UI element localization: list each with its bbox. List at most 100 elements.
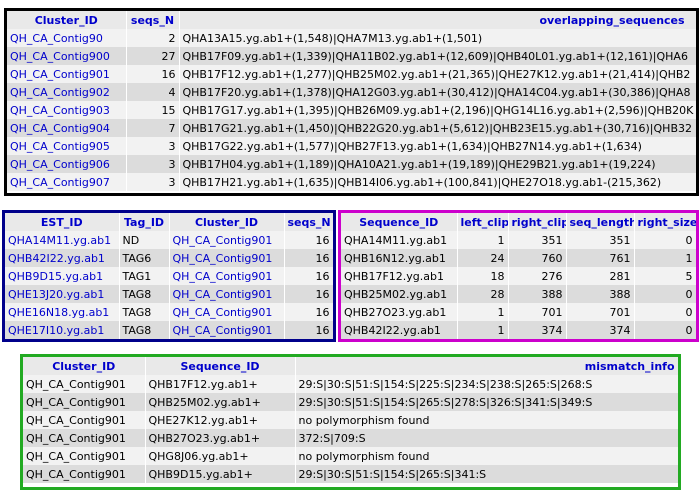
- cluster-id-link[interactable]: QH_CA_Contig90: [7, 29, 127, 47]
- col-header-mismatch-info[interactable]: mismatch_info: [295, 357, 678, 375]
- sequence-id-cell: QHB9D15.yg.ab1+: [145, 465, 296, 483]
- seqs-n-cell: 15: [126, 101, 180, 119]
- right-clip-cell: 374: [508, 321, 567, 339]
- clusters-panel: Cluster_ID seqs_N overlapping_sequences …: [4, 8, 699, 196]
- cluster-id-link[interactable]: QH_CA_Contig900: [7, 47, 127, 65]
- table-row: QH_CA_Contig905 3 QHB17G22.yg.ab1+(1,577…: [7, 137, 696, 155]
- col-header-sequence-id[interactable]: Sequence_ID: [145, 357, 296, 375]
- cluster-id-link[interactable]: QH_CA_Contig901: [169, 321, 285, 339]
- seqs-n-cell: 16: [284, 267, 333, 285]
- mismatch-info-cell: 372:S|709:S: [295, 429, 678, 447]
- mismatch-info-cell: no polymorphism found: [295, 411, 678, 429]
- tag-id-cell: TAG8: [119, 303, 170, 321]
- col-header-right-clip[interactable]: right_clip: [508, 213, 567, 231]
- est-id-link[interactable]: QHB9D15.yg.ab1: [5, 267, 120, 285]
- col-header-cluster-id[interactable]: Cluster_ID: [23, 357, 146, 375]
- mismatch-table: Cluster_ID Sequence_ID mismatch_info QH_…: [23, 357, 678, 483]
- seqs-n-cell: 16: [284, 321, 333, 339]
- cluster-id-cell: QH_CA_Contig901: [23, 393, 146, 411]
- table-row: QH_CA_Contig901 QHB25M02.yg.ab1+ 29:S|30…: [23, 393, 678, 411]
- mismatch-header-row: Cluster_ID Sequence_ID mismatch_info: [23, 357, 678, 375]
- right-size-cell: 1: [634, 249, 696, 267]
- cluster-id-link[interactable]: QH_CA_Contig907: [7, 173, 127, 191]
- right-clip-cell: 276: [508, 267, 567, 285]
- cluster-id-cell: QH_CA_Contig901: [23, 411, 146, 429]
- col-header-seqs-n[interactable]: seqs_N: [126, 11, 180, 29]
- table-row: QH_CA_Contig90 2 QHA13A15.yg.ab1+(1,548)…: [7, 29, 696, 47]
- mismatch-info-cell: 29:S|30:S|51:S|154:S|225:S|234:S|238:S|2…: [295, 375, 678, 393]
- col-header-left-clip[interactable]: left_clip: [457, 213, 509, 231]
- cluster-id-link[interactable]: QH_CA_Contig901: [169, 231, 285, 249]
- col-header-tag-id[interactable]: Tag_ID: [119, 213, 170, 231]
- right-clip-cell: 351: [508, 231, 567, 249]
- table-row: QH_CA_Contig904 7 QHB17G21.yg.ab1+(1,450…: [7, 119, 696, 137]
- sequence-id-cell: QHE27K12.yg.ab1+: [145, 411, 296, 429]
- col-header-sequence-id[interactable]: Sequence_ID: [341, 213, 458, 231]
- table-row: QHA14M11.yg.ab1 ND QH_CA_Contig901 16: [5, 231, 333, 249]
- cluster-id-link[interactable]: QH_CA_Contig901: [169, 285, 285, 303]
- seqs-n-cell: 16: [284, 249, 333, 267]
- col-header-seqs-n[interactable]: seqs_N: [284, 213, 333, 231]
- overlapping-sequences-cell: QHB17F09.yg.ab1+(1,339)|QHA11B02.yg.ab1+…: [179, 47, 696, 65]
- seq-length-cell: 374: [566, 321, 635, 339]
- table-row: QHE16N18.yg.ab1 TAG8 QH_CA_Contig901 16: [5, 303, 333, 321]
- col-header-right-size[interactable]: right_size: [634, 213, 696, 231]
- ests-panel: EST_ID Tag_ID Cluster_ID seqs_N QHA14M11…: [2, 210, 336, 342]
- sequences-panel: Sequence_ID left_clip right_clip seq_len…: [338, 210, 699, 342]
- est-id-link[interactable]: QHA14M11.yg.ab1: [5, 231, 120, 249]
- col-header-cluster-id[interactable]: Cluster_ID: [169, 213, 285, 231]
- table-row: QH_CA_Contig902 4 QHB17F20.yg.ab1+(1,378…: [7, 83, 696, 101]
- table-row: QHE13J20.yg.ab1 TAG8 QH_CA_Contig901 16: [5, 285, 333, 303]
- est-id-link[interactable]: QHE13J20.yg.ab1: [5, 285, 120, 303]
- left-clip-cell: 24: [457, 249, 509, 267]
- cluster-id-link[interactable]: QH_CA_Contig901: [7, 65, 127, 83]
- overlapping-sequences-cell: QHB17H21.yg.ab1+(1,635)|QHB14I06.yg.ab1+…: [179, 173, 696, 191]
- right-clip-cell: 701: [508, 303, 567, 321]
- tag-id-cell: TAG6: [119, 249, 170, 267]
- seqs-n-cell: 3: [126, 137, 180, 155]
- table-row: QH_CA_Contig901 16 QHB17F12.yg.ab1+(1,27…: [7, 65, 696, 83]
- overlapping-sequences-cell: QHA13A15.yg.ab1+(1,548)|QHA7M13.yg.ab1+(…: [179, 29, 696, 47]
- left-clip-cell: 18: [457, 267, 509, 285]
- seq-length-cell: 281: [566, 267, 635, 285]
- col-header-est-id[interactable]: EST_ID: [5, 213, 120, 231]
- tag-id-cell: TAG8: [119, 285, 170, 303]
- clusters-header-row: Cluster_ID seqs_N overlapping_sequences: [7, 11, 696, 29]
- seq-length-cell: 351: [566, 231, 635, 249]
- cluster-id-link[interactable]: QH_CA_Contig901: [169, 303, 285, 321]
- seq-length-cell: 388: [566, 285, 635, 303]
- left-clip-cell: 1: [457, 321, 509, 339]
- right-clip-cell: 388: [508, 285, 567, 303]
- table-row: QH_CA_Contig901 QHB17F12.yg.ab1+ 29:S|30…: [23, 375, 678, 393]
- seqs-n-cell: 2: [126, 29, 180, 47]
- table-row: QH_CA_Contig901 QHE27K12.yg.ab1+ no poly…: [23, 411, 678, 429]
- est-id-link[interactable]: QHE17I10.yg.ab1: [5, 321, 120, 339]
- sequence-id-cell: QHA14M11.yg.ab1: [341, 231, 458, 249]
- sequences-table: Sequence_ID left_clip right_clip seq_len…: [341, 213, 696, 339]
- est-id-link[interactable]: QHB42I22.yg.ab1: [5, 249, 120, 267]
- col-header-overlapping-sequences[interactable]: overlapping_sequences: [179, 11, 696, 29]
- cluster-id-cell: QH_CA_Contig901: [23, 429, 146, 447]
- col-header-seq-length[interactable]: seq_length: [566, 213, 635, 231]
- table-row: QH_CA_Contig901 QHG8J06.yg.ab1+ no polym…: [23, 447, 678, 465]
- cluster-id-link[interactable]: QH_CA_Contig901: [169, 249, 285, 267]
- cluster-id-link[interactable]: QH_CA_Contig904: [7, 119, 127, 137]
- table-row: QHB17F12.yg.ab1 18 276 281 5: [341, 267, 696, 285]
- col-header-cluster-id[interactable]: Cluster_ID: [7, 11, 127, 29]
- seqs-n-cell: 3: [126, 155, 180, 173]
- tag-id-cell: TAG1: [119, 267, 170, 285]
- seqs-n-cell: 16: [284, 303, 333, 321]
- cluster-id-link[interactable]: QH_CA_Contig906: [7, 155, 127, 173]
- cluster-id-link[interactable]: QH_CA_Contig905: [7, 137, 127, 155]
- seq-length-cell: 761: [566, 249, 635, 267]
- cluster-id-cell: QH_CA_Contig901: [23, 375, 146, 393]
- cluster-id-cell: QH_CA_Contig901: [23, 447, 146, 465]
- cluster-id-link[interactable]: QH_CA_Contig901: [169, 267, 285, 285]
- est-id-link[interactable]: QHE16N18.yg.ab1: [5, 303, 120, 321]
- cluster-id-cell: QH_CA_Contig901: [23, 465, 146, 483]
- sequence-id-cell: QHB16N12.yg.ab1: [341, 249, 458, 267]
- cluster-id-link[interactable]: QH_CA_Contig903: [7, 101, 127, 119]
- cluster-id-link[interactable]: QH_CA_Contig902: [7, 83, 127, 101]
- tag-id-cell: ND: [119, 231, 170, 249]
- table-row: QHB42I22.yg.ab1 1 374 374 0: [341, 321, 696, 339]
